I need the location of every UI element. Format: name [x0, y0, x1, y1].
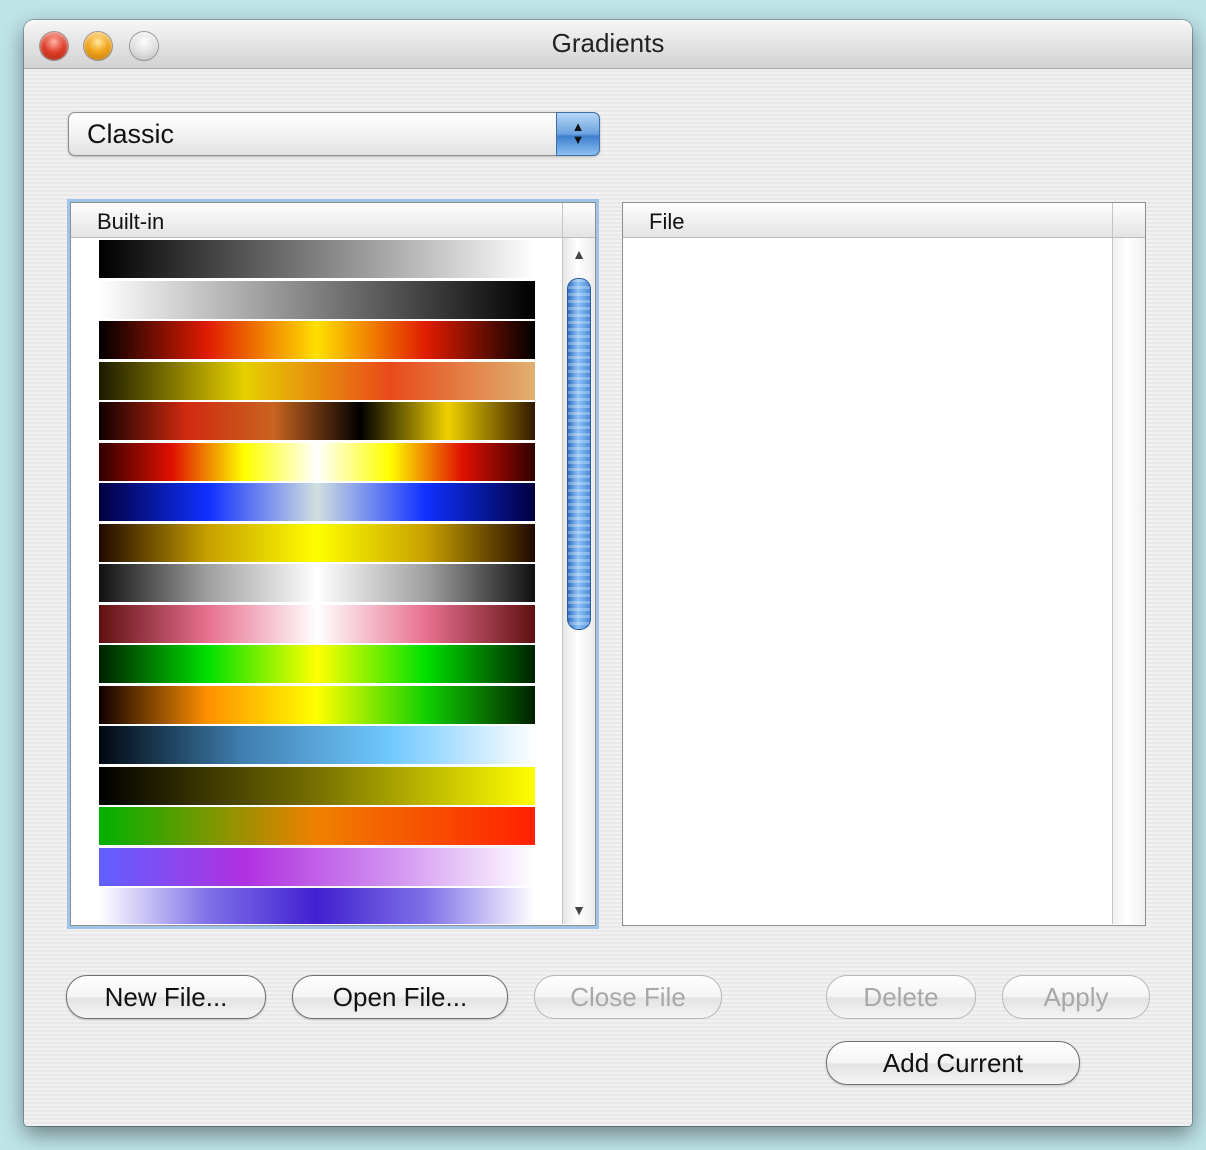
gradient-swatch-green-orange-red[interactable]	[99, 807, 535, 845]
file-gradients-table[interactable]: File	[622, 202, 1146, 926]
close-file-button[interactable]: Close File	[534, 975, 722, 1019]
scrollbar-thumb[interactable]	[567, 278, 591, 630]
gradient-swatch-white-blue-indigo-blue-white[interactable]	[99, 888, 535, 924]
gradient-swatch-navy-blue-white-blue-navy[interactable]	[99, 483, 535, 521]
gradient-set-popup[interactable]: Classic ▲ ▼	[68, 112, 600, 156]
builtin-gradients-table[interactable]: Built-in ▲ ▼	[70, 202, 596, 926]
apply-button[interactable]: Apply	[1002, 975, 1150, 1019]
new-file-button[interactable]: New File...	[66, 975, 266, 1019]
header-corner	[562, 203, 595, 237]
gradient-swatch-black-olive-yellow[interactable]	[99, 766, 535, 805]
gradient-swatch-white-to-black[interactable]	[99, 280, 535, 319]
gradient-swatch-maroon-pink-white-pink-maroon[interactable]	[99, 604, 535, 643]
gradient-swatch-red-yellow-white-yellow-red[interactable]	[99, 442, 535, 481]
gradients-window: Gradients Classic ▲ ▼ Built-in ▲ ▼ File N…	[24, 20, 1192, 1126]
gradient-swatch-black-silver-white-silver-black[interactable]	[99, 564, 535, 602]
scroll-up-arrow-icon[interactable]: ▲	[563, 246, 595, 262]
file-column-header[interactable]: File	[623, 203, 1145, 238]
title-bar[interactable]: Gradients	[24, 20, 1192, 69]
gradient-swatch-black-yellow-orange-tan[interactable]	[99, 361, 535, 400]
gradient-swatch-blue-purple-magenta-white[interactable]	[99, 847, 535, 886]
header-corner	[1112, 203, 1145, 237]
popup-arrows-icon: ▲ ▼	[556, 112, 600, 156]
file-header-label: File	[649, 209, 685, 234]
gradient-swatch-black-green-yellow-green-black[interactable]	[99, 645, 535, 683]
popup-selected-value: Classic	[87, 119, 175, 149]
file-scrollbar[interactable]	[1112, 238, 1145, 924]
gradient-list[interactable]	[71, 238, 563, 924]
gradient-swatch-black-red-black-yellow[interactable]	[99, 402, 535, 440]
gradient-swatch-black-blue-skyblue-white[interactable]	[99, 726, 535, 764]
builtin-column-header[interactable]: Built-in	[71, 203, 595, 238]
builtin-scrollbar[interactable]: ▲ ▼	[562, 238, 595, 924]
gradient-swatch-black-orange-yellow-green-black[interactable]	[99, 685, 535, 724]
gradient-swatch-black-to-white[interactable]	[99, 240, 535, 278]
delete-button[interactable]: Delete	[826, 975, 976, 1019]
open-file-button[interactable]: Open File...	[292, 975, 508, 1019]
builtin-header-label: Built-in	[97, 209, 165, 234]
gradient-swatch-brown-gold-yellow-gold-brown[interactable]	[99, 523, 535, 562]
add-current-button[interactable]: Add Current	[826, 1041, 1080, 1085]
scroll-down-arrow-icon[interactable]: ▼	[563, 902, 595, 918]
window-title: Gradients	[551, 28, 665, 58]
gradient-swatch-black-red-yellow-red-black[interactable]	[99, 321, 535, 359]
